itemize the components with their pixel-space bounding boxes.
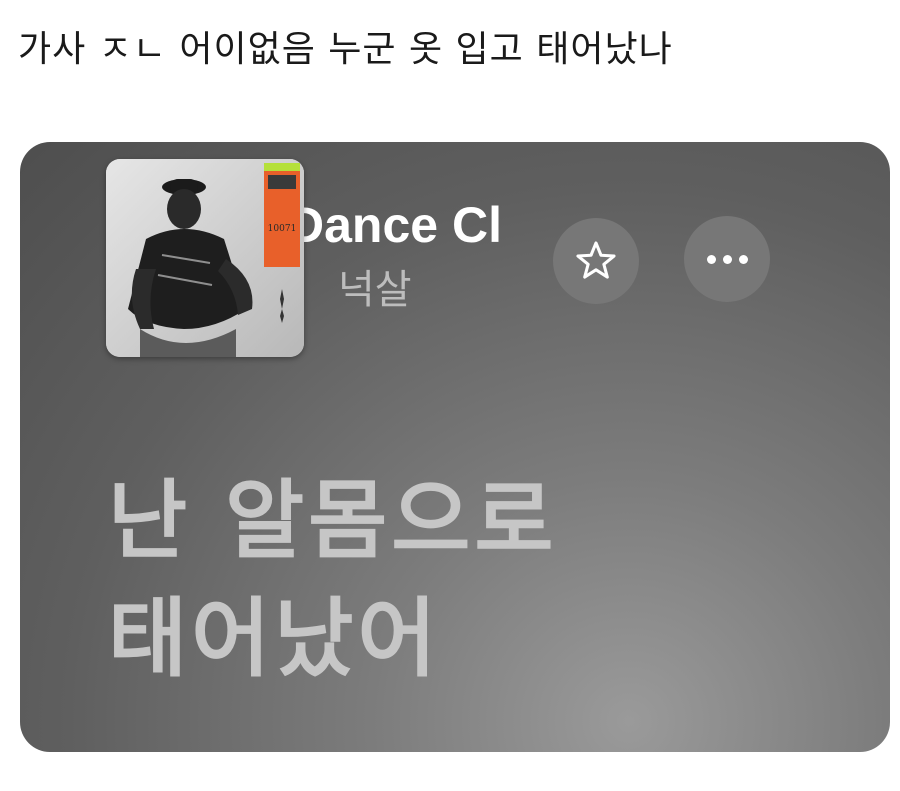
favorite-button[interactable] bbox=[553, 218, 639, 304]
post-caption: 가사 ㅈㄴ 어이없음 누군 옷 입고 태어났나 bbox=[18, 29, 673, 70]
star-icon bbox=[576, 241, 616, 279]
more-options-button[interactable] bbox=[684, 216, 770, 302]
lyric-line-current[interactable]: 난 알몸으로 bbox=[108, 450, 558, 575]
song-title: Dance Cl bbox=[288, 197, 502, 253]
lyric-line-next[interactable]: 태어났어 bbox=[108, 568, 440, 693]
album-art-label: 10071 bbox=[268, 224, 297, 234]
ellipsis-icon bbox=[706, 254, 748, 264]
album-art-image: 10071 bbox=[106, 159, 304, 357]
artist-name[interactable]: 넉살 bbox=[338, 257, 412, 315]
album-art[interactable]: 10071 bbox=[106, 159, 304, 357]
